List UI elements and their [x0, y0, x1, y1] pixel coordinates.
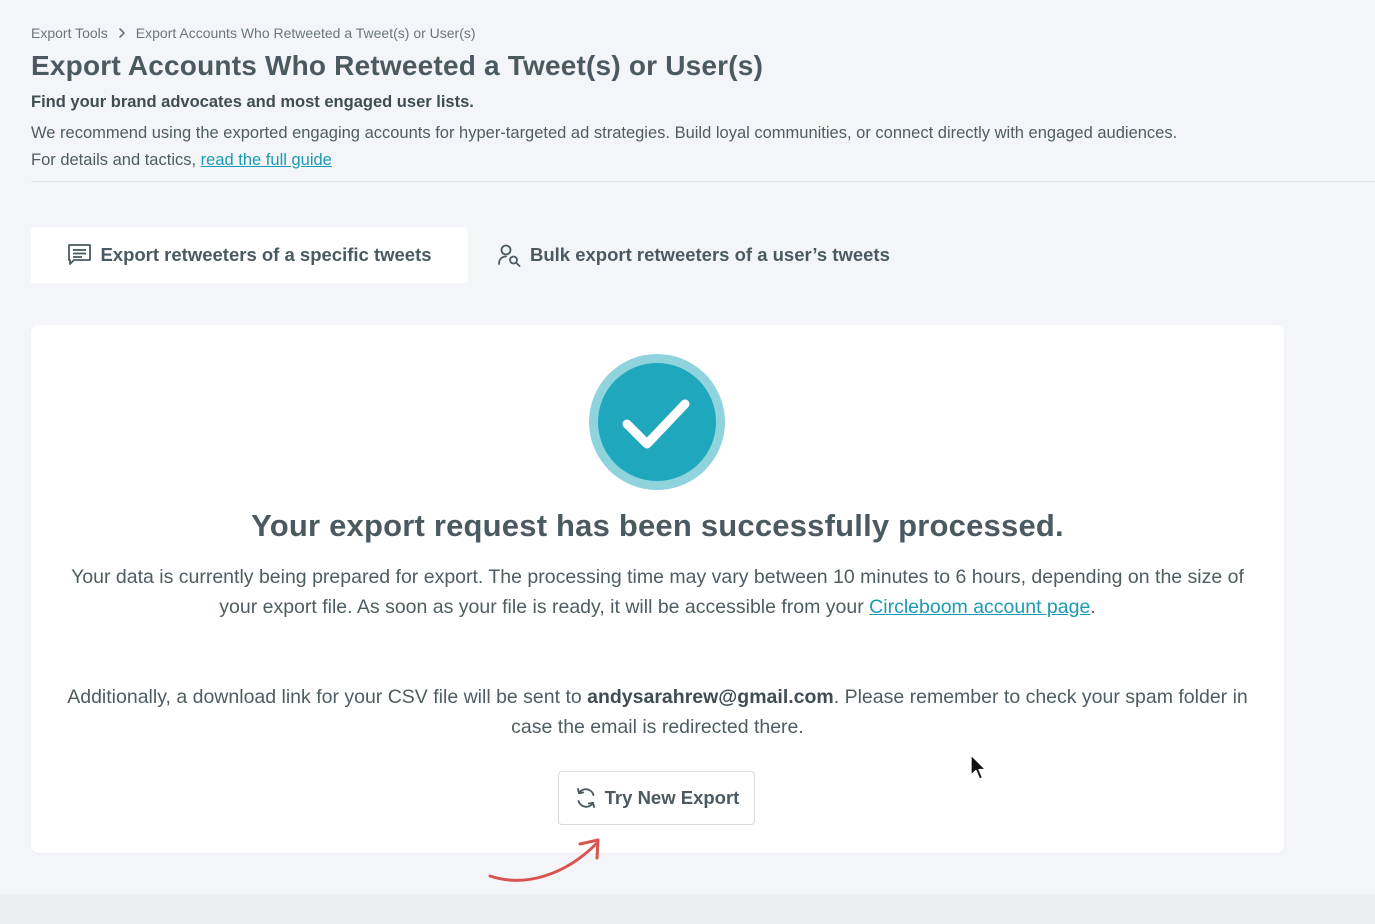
tab-bulk-user-tweets[interactable]: Bulk export retweeters of a user’s tweet… [497, 227, 890, 283]
annotation-arrow-icon [488, 838, 600, 882]
mouse-cursor-icon [970, 754, 987, 780]
email-info: Additionally, a download link for your C… [51, 683, 1264, 742]
tab-specific-tweets[interactable]: Export retweeters of a specific tweets [31, 227, 468, 283]
read-guide-link[interactable]: read the full guide [201, 151, 332, 169]
user-search-icon [498, 244, 521, 267]
processing-info: Your data is currently being prepared fo… [51, 563, 1264, 622]
tab-bulk-user-tweets-label: Bulk export retweeters of a user’s tweet… [530, 244, 890, 265]
try-new-export-button[interactable]: Try New Export [558, 771, 755, 825]
email-address: andysarahrew@gmail.com [587, 686, 834, 708]
page-description: We recommend using the exported engaging… [31, 120, 1371, 174]
account-page-link[interactable]: Circleboom account page [869, 596, 1090, 618]
header-divider [31, 181, 1375, 182]
processing-end: . [1090, 595, 1096, 618]
page-title: Export Accounts Who Retweeted a Tweet(s)… [31, 50, 764, 81]
description-line2-prefix: For details and tactics, [31, 151, 201, 169]
try-new-export-label: Try New Export [604, 787, 740, 808]
page-subtitle: Find your brand advocates and most engag… [31, 93, 474, 111]
breadcrumb-current: Export Accounts Who Retweeted a Tweet(s)… [135, 25, 476, 41]
breadcrumb-root[interactable]: Export Tools [31, 25, 108, 41]
tab-specific-tweets-label: Export retweeters of a specific tweets [100, 244, 432, 265]
page-footer [0, 894, 1375, 924]
breadcrumb: Export Tools Export Accounts Who Retweet… [31, 25, 476, 41]
chevron-right-icon [118, 28, 125, 38]
success-heading: Your export request has been successfull… [251, 508, 1064, 543]
message-list-icon [68, 244, 92, 265]
description-line1: We recommend using the exported engaging… [31, 124, 1178, 142]
check-circle-icon [589, 354, 725, 490]
email-info-prefix: Additionally, a download link for your C… [67, 686, 588, 708]
refresh-icon [576, 788, 595, 808]
result-card: Your export request has been successfull… [31, 325, 1284, 853]
